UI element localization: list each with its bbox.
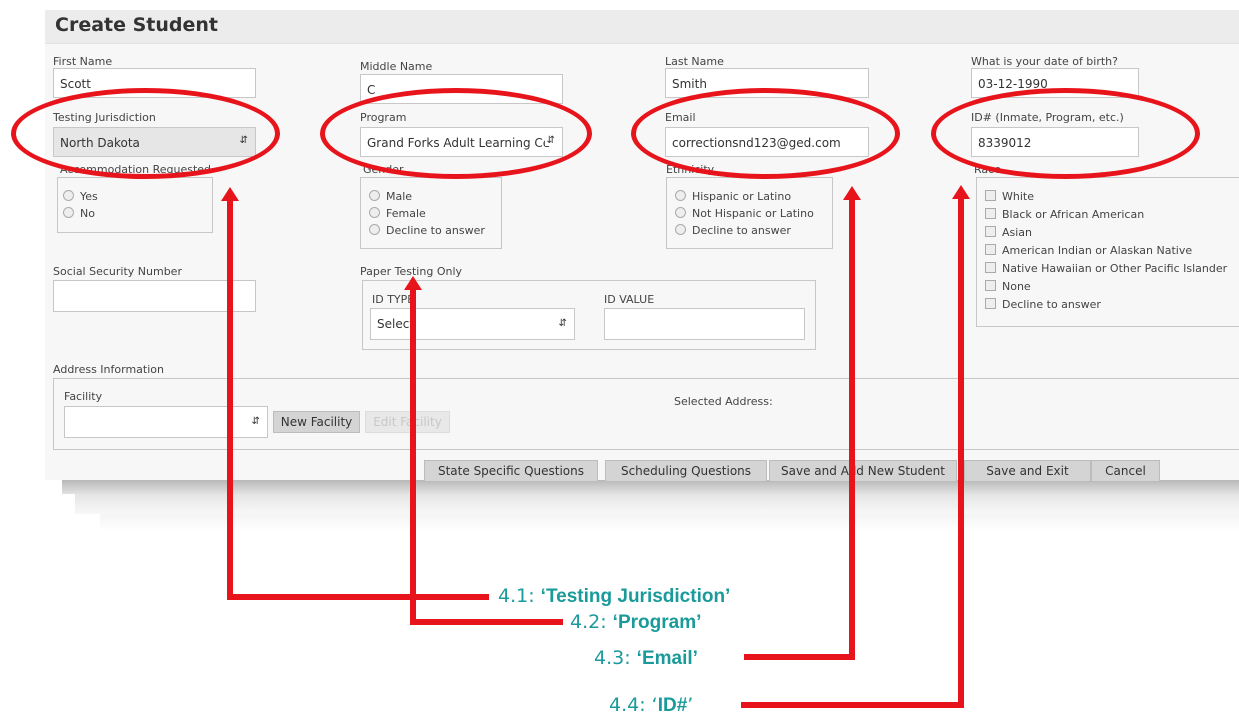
arrow-line-email — [849, 199, 855, 660]
race-option[interactable]: Asian — [985, 226, 1032, 239]
accommodation-option[interactable]: No — [63, 207, 95, 220]
checkbox-icon — [985, 262, 996, 273]
address-label: Address Information — [53, 363, 164, 376]
annotation-4-3: 4.3: ‘Email’ — [594, 647, 698, 669]
highlight-ellipse-id — [931, 88, 1200, 179]
gender-option[interactable]: Male — [369, 190, 412, 203]
id-type-label: ID TYPE — [372, 293, 415, 306]
gender-option[interactable]: Decline to answer — [369, 224, 485, 237]
checkbox-icon — [985, 208, 996, 219]
annotation-4-4: 4.4: ‘ID#’ — [609, 694, 694, 716]
radio-icon — [675, 207, 686, 218]
paper-testing-group: ID TYPE Select ⇵ ID VALUE — [362, 280, 816, 350]
annotation-4-2: 4.2: ‘Program’ — [570, 611, 702, 633]
radio-icon — [63, 207, 74, 218]
arrowhead-jurisdiction — [221, 187, 239, 201]
selected-address-label: Selected Address: — [674, 395, 773, 408]
radio-icon — [369, 224, 380, 235]
radio-icon — [369, 207, 380, 218]
window-shadow-fade — [100, 514, 1239, 532]
checkbox-icon — [985, 190, 996, 201]
checkbox-icon — [985, 226, 996, 237]
annotation-4-1: 4.1: ‘Testing Jurisdiction’ — [498, 585, 731, 607]
highlight-ellipse-program — [320, 88, 592, 179]
cancel-button[interactable]: Cancel — [1091, 460, 1160, 482]
window-shadow-mid — [75, 494, 1239, 514]
race-option[interactable]: None — [985, 280, 1031, 293]
gender-group: Male Female Decline to answer — [360, 177, 502, 249]
dob-label: What is your date of birth? — [971, 55, 1118, 68]
highlight-ellipse-jurisdiction — [11, 88, 280, 179]
last-name-label: Last Name — [665, 55, 724, 68]
checkbox-icon — [985, 298, 996, 309]
select-arrows-icon: ⇵ — [558, 318, 567, 329]
checkbox-icon — [985, 280, 996, 291]
radio-icon — [63, 190, 74, 201]
id-type-select[interactable]: Select ⇵ — [370, 308, 575, 340]
race-group: White Black or African American Asian Am… — [976, 177, 1239, 327]
id-value-field[interactable] — [604, 308, 805, 340]
arrowhead-id — [952, 185, 970, 199]
facility-select[interactable]: ⇵ — [64, 406, 268, 438]
facility-label: Facility — [64, 390, 103, 403]
highlight-ellipse-email — [631, 88, 900, 179]
arrow-line-jurisdiction-h — [227, 594, 489, 600]
ssn-field[interactable] — [53, 280, 256, 312]
page-title: Create Student — [55, 14, 218, 36]
arrowhead-email — [843, 186, 861, 200]
gender-option[interactable]: Female — [369, 207, 426, 220]
save-add-new-student-button[interactable]: Save and Add New Student — [769, 460, 957, 482]
race-option[interactable]: Native Hawaiian or Other Pacific Islande… — [985, 262, 1227, 275]
arrow-line-id-h — [741, 702, 964, 708]
id-value-label: ID VALUE — [604, 293, 655, 306]
ethnicity-option[interactable]: Hispanic or Latino — [675, 190, 791, 203]
id-type-value: Select — [377, 317, 415, 331]
radio-icon — [369, 190, 380, 201]
arrow-line-program — [410, 289, 416, 625]
state-specific-questions-button[interactable]: State Specific Questions — [424, 460, 598, 482]
scheduling-questions-button[interactable]: Scheduling Questions — [605, 460, 767, 482]
race-option[interactable]: Black or African American — [985, 208, 1144, 221]
middle-name-label: Middle Name — [360, 60, 433, 73]
race-option[interactable]: Decline to answer — [985, 298, 1101, 311]
arrow-line-email-h — [744, 654, 855, 660]
arrow-line-id — [958, 198, 964, 708]
select-arrows-icon: ⇵ — [251, 416, 260, 427]
create-student-form: Create Student First Name Scott Middle N… — [45, 10, 1239, 482]
arrowhead-program — [404, 276, 422, 290]
ethnicity-option[interactable]: Not Hispanic or Latino — [675, 207, 814, 220]
first-name-label: First Name — [53, 55, 113, 68]
ssn-label: Social Security Number — [53, 265, 182, 278]
new-facility-button[interactable]: New Facility — [273, 411, 360, 433]
accommodation-group: Yes No — [57, 177, 213, 233]
save-exit-button[interactable]: Save and Exit — [964, 460, 1091, 482]
checkbox-icon — [985, 244, 996, 255]
arrow-line-jurisdiction — [227, 200, 233, 600]
race-option[interactable]: White — [985, 190, 1034, 203]
race-option[interactable]: American Indian or Alaskan Native — [985, 244, 1192, 257]
edit-facility-button[interactable]: Edit Facility — [365, 411, 450, 433]
radio-icon — [675, 224, 686, 235]
radio-icon — [675, 190, 686, 201]
ethnicity-option[interactable]: Decline to answer — [675, 224, 791, 237]
ethnicity-group: Hispanic or Latino Not Hispanic or Latin… — [666, 177, 833, 249]
arrow-line-program-h — [410, 619, 563, 625]
accommodation-option[interactable]: Yes — [63, 190, 98, 203]
form-header: Create Student — [45, 10, 1239, 44]
